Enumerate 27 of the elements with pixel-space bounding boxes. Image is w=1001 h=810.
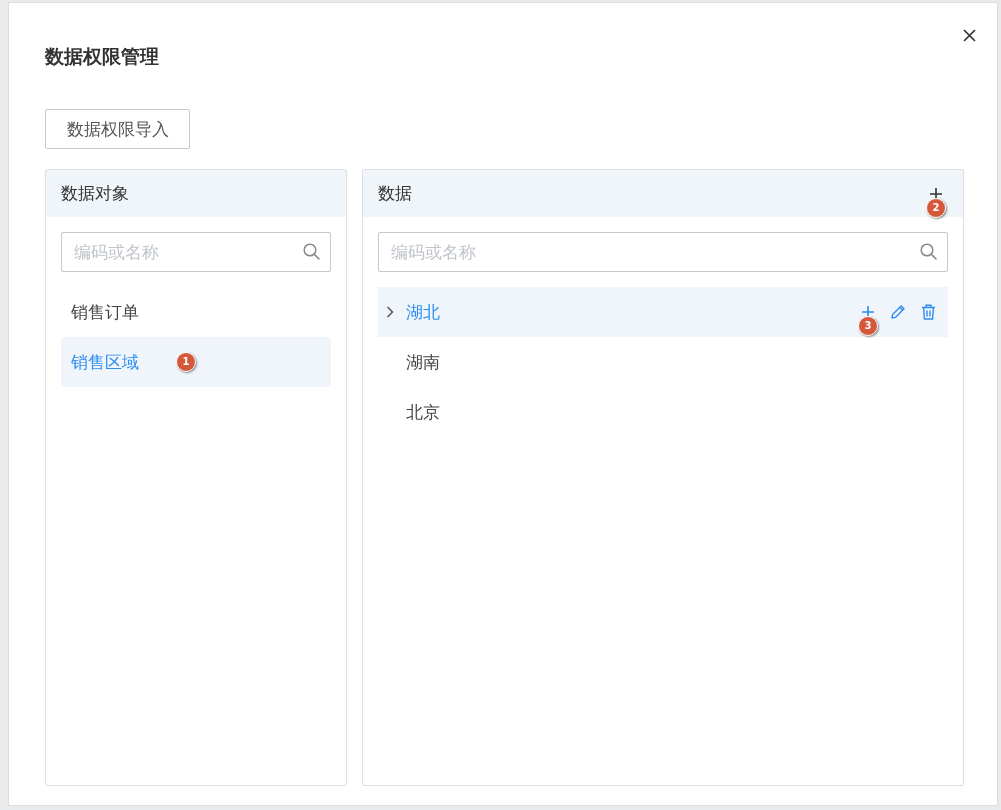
plus-icon [862, 306, 874, 318]
pencil-icon [890, 304, 906, 320]
dialog-title: 数据权限管理 [45, 44, 159, 69]
trash-icon [920, 304, 936, 320]
edit-button[interactable] [890, 304, 906, 320]
delete-button[interactable] [920, 304, 936, 320]
tree-label[interactable]: 湖南 [406, 350, 440, 374]
tree-label[interactable]: 北京 [406, 400, 440, 424]
search-field[interactable]: 编码或名称 [61, 232, 331, 272]
object-list-item[interactable]: 销售区域 1 [61, 337, 331, 387]
number-marker: 1 [176, 352, 196, 372]
close-icon [962, 28, 976, 42]
number-marker: 3 [858, 316, 878, 336]
search-field[interactable]: 编码或名称 [378, 232, 948, 272]
object-list-item[interactable]: 销售订单 [61, 287, 331, 337]
panel-title: 数据 [378, 182, 412, 205]
chevron-icon[interactable] [386, 306, 394, 318]
panel-title: 数据对象 [61, 182, 129, 205]
import-button[interactable]: 数据权限导入 [45, 109, 190, 149]
tree-row[interactable]: 北京 [378, 387, 948, 437]
search-icon[interactable] [920, 243, 937, 260]
number-marker: 2 [926, 197, 946, 218]
tree-row[interactable]: 湖北 3 [378, 287, 948, 337]
plus-icon [930, 187, 942, 200]
search-icon[interactable] [303, 243, 320, 260]
close-button[interactable] [961, 27, 977, 43]
tree-row[interactable]: 湖南 [378, 337, 948, 387]
